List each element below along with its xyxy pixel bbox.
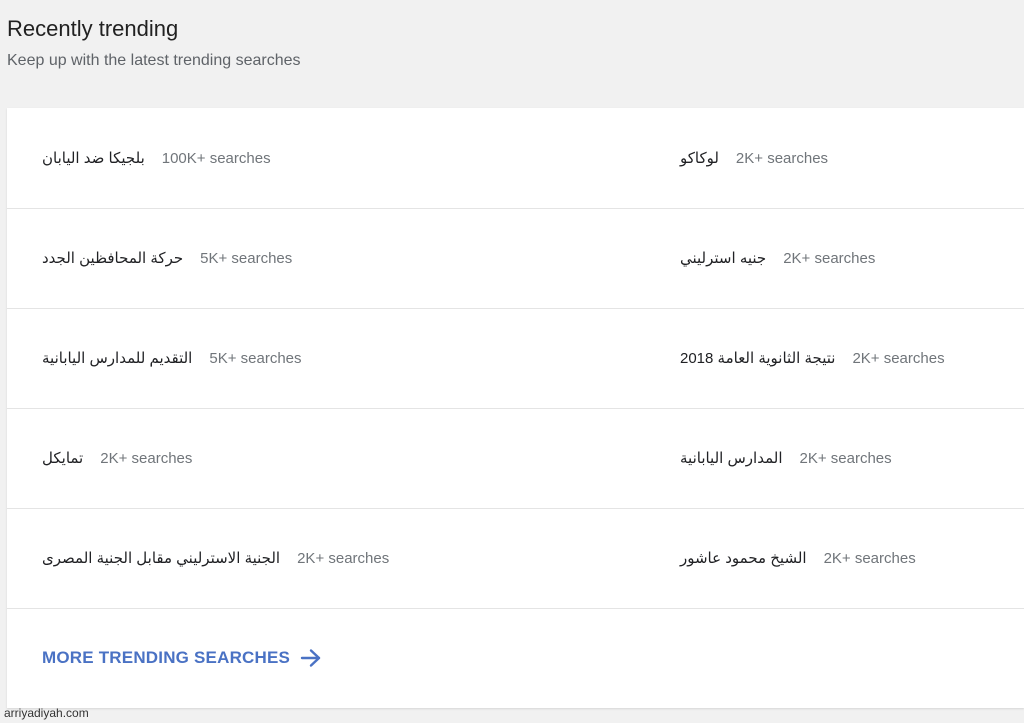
trending-item[interactable]: نتيجة الثانوية العامة 2018 2K+ searches (680, 308, 945, 408)
search-count: 2K+ searches (799, 449, 892, 467)
trending-card: بلجيكا ضد اليابان 100K+ searches لوكاكو … (7, 108, 1024, 708)
trending-term: نتيجة الثانوية العامة 2018 (680, 350, 836, 367)
trending-term: المدارس اليابانية (680, 450, 783, 467)
more-trending-label: MORE TRENDING SEARCHES (42, 648, 291, 667)
more-trending-searches-link[interactable]: MORE TRENDING SEARCHES (42, 638, 322, 678)
search-count: 5K+ searches (200, 249, 293, 267)
trending-item[interactable]: جنيه استرليني 2K+ searches (680, 208, 875, 308)
trending-term: الشيخ محمود عاشور (680, 550, 807, 567)
table-row: حركة المحافظين الجدد 5K+ searches جنيه ا… (7, 208, 1024, 309)
search-count: 2K+ searches (297, 549, 390, 567)
search-count: 2K+ searches (783, 249, 876, 267)
trending-term: تمايكل (42, 450, 84, 467)
page-title: Recently trending (7, 16, 179, 41)
trending-item[interactable]: تمايكل 2K+ searches (42, 408, 192, 508)
trending-term: بلجيكا ضد اليابان (42, 150, 145, 167)
watermark: arriyadiyah.com (4, 706, 89, 720)
table-row: بلجيكا ضد اليابان 100K+ searches لوكاكو … (7, 108, 1024, 209)
table-row: التقديم للمدارس اليابانية 5K+ searches ن… (7, 308, 1024, 409)
search-count: 2K+ searches (735, 149, 829, 167)
search-count: 5K+ searches (209, 349, 302, 367)
header: Recently trending Keep up with the lates… (7, 14, 301, 72)
search-count: 2K+ searches (823, 549, 916, 567)
trending-item[interactable]: التقديم للمدارس اليابانية 5K+ searches (42, 308, 302, 408)
trending-page: Recently trending Keep up with the lates… (0, 0, 1024, 723)
trending-term: لوكاكو (680, 150, 719, 167)
trending-term: حركة المحافظين الجدد (42, 250, 184, 267)
trending-term: جنيه استرليني (680, 250, 767, 267)
trending-item[interactable]: بلجيكا ضد اليابان 100K+ searches (42, 108, 271, 208)
trending-term: الجنية الاسترليني مقابل الجنية المصرى (42, 550, 281, 567)
search-count: 2K+ searches (100, 449, 193, 467)
search-count: 2K+ searches (852, 349, 945, 367)
page-subtitle: Keep up with the latest trending searche… (7, 52, 301, 69)
table-row: تمايكل 2K+ searches المدارس اليابانية 2K… (7, 408, 1024, 509)
table-row: الجنية الاسترليني مقابل الجنية المصرى 2K… (7, 508, 1024, 609)
trending-item[interactable]: حركة المحافظين الجدد 5K+ searches (42, 208, 292, 308)
trending-item[interactable]: لوكاكو 2K+ searches (680, 108, 828, 208)
trending-term: التقديم للمدارس اليابانية (42, 350, 193, 367)
trending-item[interactable]: المدارس اليابانية 2K+ searches (680, 408, 892, 508)
arrow-right-icon (300, 648, 322, 668)
trending-item[interactable]: الجنية الاسترليني مقابل الجنية المصرى 2K… (42, 508, 389, 608)
search-count: 100K+ searches (161, 149, 271, 167)
trending-item[interactable]: الشيخ محمود عاشور 2K+ searches (680, 508, 916, 608)
